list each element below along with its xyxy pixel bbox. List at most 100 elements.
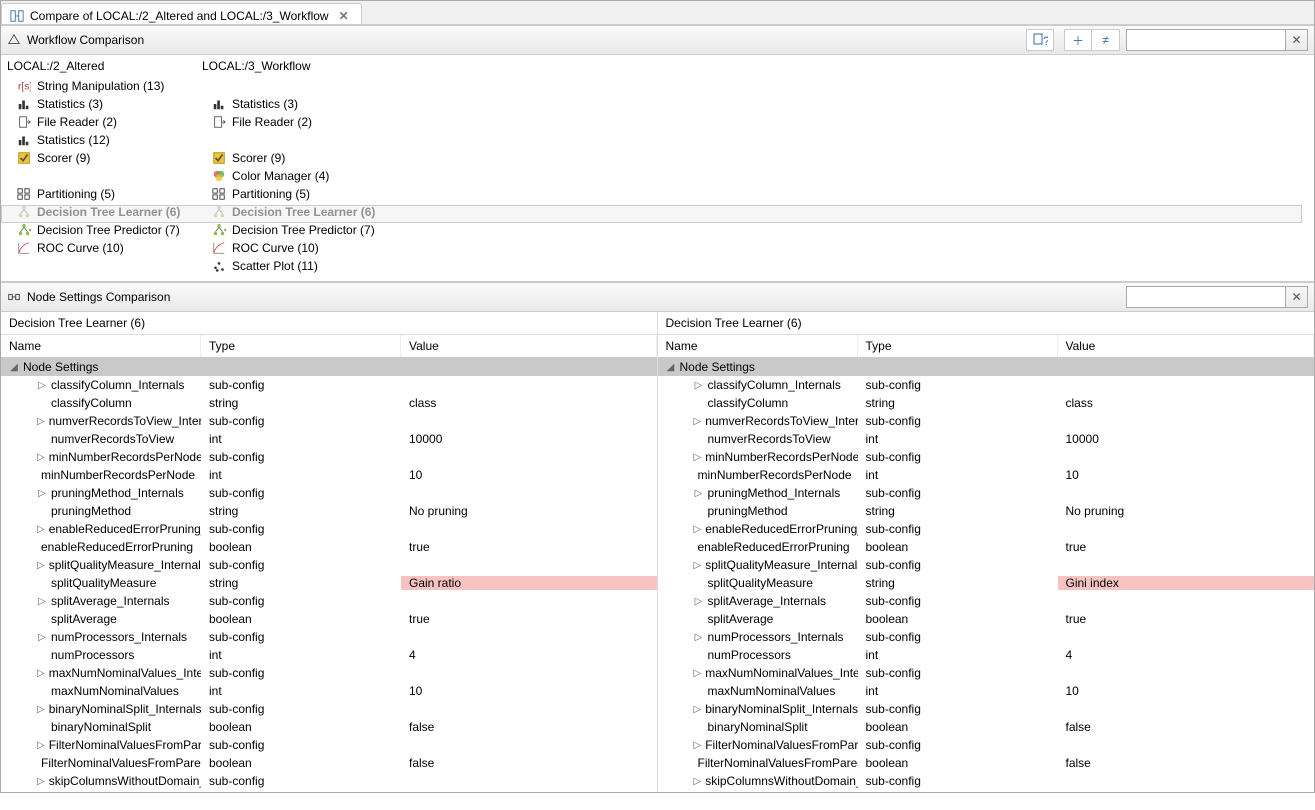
workflow-node[interactable] [210, 131, 391, 149]
settings-row[interactable]: ▷pruningMethod_Internalssub-config [658, 484, 1315, 502]
settings-row[interactable]: ▷splitAverage_Internalssub-config [1, 592, 657, 610]
settings-row[interactable]: ▷splitQualityMeasure_Internalssub-config [658, 556, 1315, 574]
settings-row[interactable]: ▷splitQualityMeasure_Internalssub-config [1, 556, 657, 574]
settings-row[interactable]: ▷enableReducedErrorPruning_Internalssub-… [1, 520, 657, 538]
workflow-node[interactable]: Decision Tree Predictor (7) [210, 221, 391, 239]
expand-icon[interactable]: ▷ [694, 560, 702, 571]
editor-tab[interactable]: Compare of LOCAL:/2_Altered and LOCAL:/3… [1, 3, 362, 24]
settings-row[interactable]: ▷pruningMethod_Internalssub-config [1, 484, 657, 502]
settings-row[interactable]: ▷classifyColumn_Internalssub-config [1, 376, 657, 394]
workflow-node[interactable] [15, 167, 196, 185]
settings-search-input[interactable] [1126, 286, 1286, 308]
expand-icon[interactable]: ▷ [37, 560, 45, 571]
expand-icon[interactable]: ▷ [37, 452, 45, 463]
expand-icon[interactable]: ▷ [694, 740, 702, 751]
expand-icon[interactable]: ▷ [694, 452, 702, 463]
settings-row[interactable]: ▷binaryNominalSplit_Internalssub-config [1, 700, 657, 718]
expand-icon[interactable]: ▷ [37, 596, 47, 607]
workflow-node[interactable]: Scatter Plot (11) [210, 257, 391, 275]
workflow-node[interactable]: Statistics (3) [210, 95, 391, 113]
settings-row[interactable]: ▷minNumberRecordsPerNode_Internalssub-co… [658, 448, 1315, 466]
settings-group-row[interactable]: ◢Node Settings [658, 358, 1315, 376]
expand-icon[interactable]: ▷ [37, 740, 45, 751]
settings-row[interactable]: ▷skipColumnsWithoutDomain_Internalssub-c… [658, 772, 1315, 790]
settings-row[interactable]: ▷skipColumnsWithoutDomain_Internalssub-c… [1, 772, 657, 790]
workflow-node[interactable]: Color Manager (4) [210, 167, 391, 185]
settings-row[interactable]: ▷numProcessors_Internalssub-config [1, 628, 657, 646]
settings-row[interactable]: ▷maxNumNominalValues_Internalssub-config [658, 664, 1315, 682]
settings-row[interactable]: ▷splitAverage_Internalssub-config [658, 592, 1315, 610]
col-type[interactable]: Type [201, 335, 401, 357]
help-button[interactable]: ? [1026, 29, 1054, 51]
settings-left-rows[interactable]: ◢Node Settings▷classifyColumn_Internalss… [1, 358, 657, 792]
workflow-node[interactable]: Decision Tree Learner (6) [15, 203, 196, 221]
workflow-node[interactable]: Scorer (9) [210, 149, 391, 167]
expand-icon[interactable]: ▷ [694, 416, 702, 427]
workflow-node[interactable]: Partitioning (5) [210, 185, 391, 203]
expand-icon[interactable]: ▷ [37, 488, 47, 499]
workflow-node[interactable]: Scorer (9) [15, 149, 196, 167]
col-name[interactable]: Name [1, 335, 201, 357]
workflow-node[interactable]: Decision Tree Predictor (7) [15, 221, 196, 239]
settings-row[interactable]: FilterNominalValuesFromParentbooleanfals… [658, 754, 1315, 772]
settings-row[interactable]: numProcessorsint4 [658, 646, 1315, 664]
settings-row[interactable]: ▷numverRecordsToView_Internalssub-config [1, 412, 657, 430]
col-type[interactable]: Type [858, 335, 1058, 357]
diff-button[interactable]: ≠ [1092, 29, 1120, 51]
settings-row[interactable]: FilterNominalValuesFromParentbooleanfals… [1, 754, 657, 772]
workflow-node[interactable]: Statistics (12) [15, 131, 196, 149]
settings-row[interactable]: numverRecordsToViewint10000 [658, 430, 1315, 448]
workflow-node[interactable]: ROC Curve (10) [15, 239, 196, 257]
workflow-panel[interactable]: LOCAL:/2_Altered r[s]String Manipulation… [1, 55, 1314, 282]
workflow-node[interactable] [210, 77, 391, 95]
workflow-node[interactable]: r[s]String Manipulation (13) [15, 77, 196, 95]
expand-icon[interactable]: ▷ [694, 776, 702, 787]
settings-row[interactable]: ▷FilterNominalValuesFromParent_Internals… [658, 736, 1315, 754]
settings-group-row[interactable]: ◢Node Settings [1, 358, 657, 376]
col-name[interactable]: Name [658, 335, 858, 357]
workflow-node[interactable]: File Reader (2) [15, 113, 196, 131]
settings-row[interactable]: splitQualityMeasurestringGini index [658, 574, 1315, 592]
workflow-node[interactable]: Statistics (3) [15, 95, 196, 113]
settings-row[interactable]: ▷numProcessors_Internalssub-config [658, 628, 1315, 646]
clear-settings-search-icon[interactable]: ✕ [1286, 286, 1308, 308]
settings-row[interactable]: pruningMethodstringNo pruning [1, 502, 657, 520]
clear-search-icon[interactable]: ✕ [1286, 29, 1308, 51]
add-button[interactable]: ＋ [1064, 29, 1092, 51]
expand-icon[interactable]: ▷ [37, 524, 45, 535]
settings-row[interactable]: splitQualityMeasurestringGain ratio [1, 574, 657, 592]
expand-icon[interactable]: ▷ [37, 704, 45, 715]
settings-row[interactable]: splitAveragebooleantrue [658, 610, 1315, 628]
settings-right-rows[interactable]: ◢Node Settings▷classifyColumn_Internalss… [658, 358, 1315, 792]
settings-row[interactable]: ▷minNumberRecordsPerNode_Internalssub-co… [1, 448, 657, 466]
settings-row[interactable]: maxNumNominalValuesint10 [658, 682, 1315, 700]
settings-row[interactable]: binaryNominalSplitbooleanfalse [658, 718, 1315, 736]
settings-row[interactable]: ▷binaryNominalSplit_Internalssub-config [658, 700, 1315, 718]
expand-icon[interactable]: ▷ [37, 668, 45, 679]
workflow-node[interactable]: ROC Curve (10) [210, 239, 391, 257]
workflow-node[interactable]: Decision Tree Learner (6) [210, 203, 391, 221]
col-value[interactable]: Value [1058, 335, 1315, 357]
settings-row[interactable]: ▷numverRecordsToView_Internalssub-config [658, 412, 1315, 430]
settings-row[interactable]: ▷maxNumNominalValues_Internalssub-config [1, 664, 657, 682]
settings-row[interactable]: enableReducedErrorPruningbooleantrue [1, 538, 657, 556]
expand-icon[interactable]: ▷ [694, 596, 704, 607]
settings-row[interactable]: minNumberRecordsPerNodeint10 [658, 466, 1315, 484]
settings-row[interactable]: ▷FilterNominalValuesFromParent_Internals… [1, 736, 657, 754]
workflow-node[interactable]: Partitioning (5) [15, 185, 196, 203]
settings-row[interactable]: minNumberRecordsPerNodeint10 [1, 466, 657, 484]
expand-icon[interactable]: ▷ [694, 632, 704, 643]
settings-row[interactable]: splitAveragebooleantrue [1, 610, 657, 628]
settings-row[interactable]: classifyColumnstringclass [1, 394, 657, 412]
col-value[interactable]: Value [401, 335, 657, 357]
workflow-search-input[interactable] [1126, 29, 1286, 51]
settings-row[interactable]: skipColumnsWithoutDomainbooleantrue [1, 790, 657, 792]
settings-row[interactable]: classifyColumnstringclass [658, 394, 1315, 412]
settings-row[interactable]: ▷enableReducedErrorPruning_Internalssub-… [658, 520, 1315, 538]
settings-row[interactable]: pruningMethodstringNo pruning [658, 502, 1315, 520]
settings-row[interactable]: numverRecordsToViewint10000 [1, 430, 657, 448]
expand-icon[interactable]: ▷ [37, 632, 47, 643]
settings-row[interactable]: numProcessorsint4 [1, 646, 657, 664]
expand-icon[interactable]: ▷ [694, 488, 704, 499]
expand-icon[interactable]: ▷ [694, 380, 704, 391]
